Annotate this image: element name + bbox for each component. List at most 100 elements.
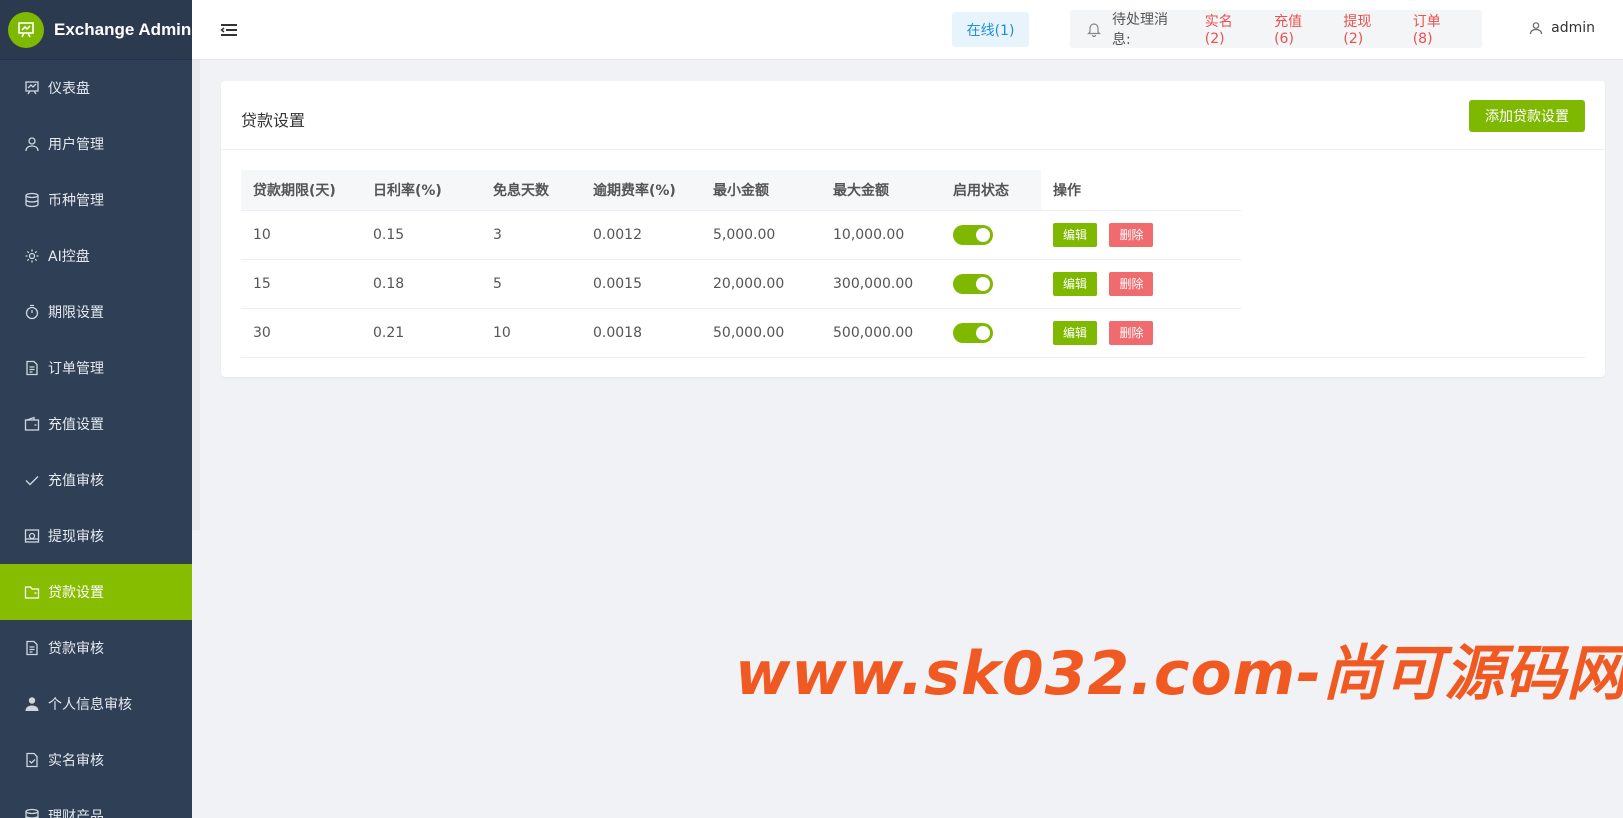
column-header: 最小金额 — [701, 170, 821, 211]
edit-button[interactable]: 编辑 — [1053, 271, 1098, 296]
cell-max-amount: 300,000.00 — [821, 259, 941, 309]
column-header: 启用状态 — [941, 170, 1041, 211]
cell-status — [941, 210, 1041, 260]
folder-icon — [24, 584, 40, 600]
row-filler — [1241, 210, 1585, 259]
column-header: 贷款期限(天) — [241, 170, 361, 211]
sidebar-item-dashboard[interactable]: 仪表盘 — [0, 60, 192, 116]
sidebar-item-label: 理财产品 — [48, 809, 104, 818]
cell-rate: 0.21 — [361, 308, 481, 358]
row-filler — [1241, 259, 1585, 308]
sidebar-item-term[interactable]: 期限设置 — [0, 284, 192, 340]
cell-free-days: 3 — [481, 210, 581, 260]
table-row: 30 0.21 10 0.0018 50,000.00 500,000.00 编… — [241, 308, 1585, 358]
cell-overdue-rate: 0.0015 — [581, 259, 701, 309]
cell-free-days: 5 — [481, 259, 581, 309]
menu-toggle-icon[interactable] — [220, 20, 238, 40]
status-toggle[interactable] — [953, 273, 993, 294]
pending-notice-label: 待处理消息: — [1112, 12, 1168, 48]
sidebar-item-label: 贷款设置 — [48, 585, 104, 601]
sidebar-item-wealth-products[interactable]: 理财产品 — [0, 788, 192, 818]
delete-button[interactable]: 删除 — [1109, 320, 1154, 345]
cell-actions: 编辑 删除 — [1041, 308, 1241, 358]
card-header: 贷款设置 添加贷款设置 — [221, 81, 1605, 150]
username: admin — [1551, 20, 1595, 36]
cell-free-days: 10 — [481, 308, 581, 358]
sidebar-item-label: 充值审核 — [48, 473, 104, 489]
column-header: 最大金额 — [821, 170, 941, 211]
sidebar-item-users[interactable]: 用户管理 — [0, 116, 192, 172]
sidebar-item-label: 充值设置 — [48, 417, 104, 433]
notice-recharge-link[interactable]: 充值(6) — [1274, 11, 1319, 47]
sidebar-item-orders[interactable]: 订单管理 — [0, 340, 192, 396]
cash-icon — [24, 528, 40, 544]
sidebar-item-loan-settings[interactable]: 贷款设置 — [0, 564, 192, 620]
cell-min-amount: 50,000.00 — [701, 308, 821, 358]
sidebar-item-withdraw-review[interactable]: 提现审核 — [0, 508, 192, 564]
table-header-row: 贷款期限(天) 日利率(%) 免息天数 逾期费率(%) 最小金额 最大金额 启用… — [241, 170, 1585, 211]
user-icon — [1529, 21, 1543, 35]
cell-overdue-rate: 0.0012 — [581, 210, 701, 260]
cell-actions: 编辑 删除 — [1041, 259, 1241, 309]
sidebar-item-currency[interactable]: 币种管理 — [0, 172, 192, 228]
status-toggle[interactable] — [953, 322, 993, 343]
user-icon — [24, 136, 40, 152]
sidebar-scrollbar[interactable] — [192, 60, 200, 530]
notice-realname-link[interactable]: 实名(2) — [1205, 11, 1250, 47]
sidebar-item-realname-review[interactable]: 实名审核 — [0, 732, 192, 788]
sidebar-item-profile-review[interactable]: 个人信息审核 — [0, 676, 192, 732]
cell-term: 10 — [241, 210, 361, 260]
sidebar-item-label: 提现审核 — [48, 529, 104, 545]
top-header: 在线(1) 待处理消息: 实名(2) 充值(6) 提现(2) 订单(8) adm… — [192, 0, 1623, 60]
cell-max-amount: 10,000.00 — [821, 210, 941, 260]
table-row: 15 0.18 5 0.0015 20,000.00 300,000.00 编辑… — [241, 259, 1585, 309]
online-count-badge[interactable]: 在线(1) — [952, 12, 1029, 47]
column-header: 日利率(%) — [361, 170, 481, 211]
sidebar: Exchange Admin 仪表盘 用户管理 币种管理 AI控盘 期限设置 订… — [0, 0, 192, 818]
sidebar-item-recharge-settings[interactable]: 充值设置 — [0, 396, 192, 452]
sidebar-item-ai-control[interactable]: AI控盘 — [0, 228, 192, 284]
sidebar-item-recharge-review[interactable]: 充值审核 — [0, 452, 192, 508]
sidebar-item-label: 币种管理 — [48, 193, 104, 209]
add-loan-setting-button[interactable]: 添加贷款设置 — [1469, 100, 1585, 132]
sidebar-item-label: 用户管理 — [48, 137, 104, 153]
user-menu[interactable]: admin — [1529, 20, 1595, 36]
column-header: 免息天数 — [481, 170, 581, 211]
check-icon — [24, 472, 40, 488]
bell-icon — [1086, 21, 1102, 37]
sidebar-item-loan-review[interactable]: 贷款审核 — [0, 620, 192, 676]
page-title: 贷款设置 — [241, 111, 306, 130]
cell-status — [941, 308, 1041, 358]
cell-actions: 编辑 删除 — [1041, 210, 1241, 260]
brand-title: Exchange Admin — [54, 19, 192, 39]
delete-button[interactable]: 删除 — [1109, 271, 1154, 296]
loan-settings-card: 贷款设置 添加贷款设置 贷款期限(天) 日利率(%) 免息天数 逾期费率(%) … — [221, 81, 1605, 377]
sidebar-item-label: 订单管理 — [48, 361, 104, 377]
cell-rate: 0.18 — [361, 259, 481, 309]
cell-status — [941, 259, 1041, 309]
document-icon — [24, 640, 40, 656]
row-filler — [1241, 308, 1585, 358]
column-header: 操作 — [1041, 170, 1241, 211]
edit-button[interactable]: 编辑 — [1053, 222, 1098, 247]
delete-button[interactable]: 删除 — [1109, 222, 1154, 247]
cell-min-amount: 20,000.00 — [701, 259, 821, 309]
cell-term: 15 — [241, 259, 361, 309]
cell-overdue-rate: 0.0018 — [581, 308, 701, 358]
watermark: www.sk032.com-尚可源码网 — [735, 639, 1623, 709]
cell-term: 30 — [241, 308, 361, 358]
sidebar-menu: 仪表盘 用户管理 币种管理 AI控盘 期限设置 订单管理 充值设置 充值审核 提… — [0, 60, 192, 818]
sidebar-item-label: 贷款审核 — [48, 641, 104, 657]
dashboard-icon — [24, 80, 40, 96]
person-icon — [24, 696, 40, 712]
sidebar-item-label: 个人信息审核 — [48, 697, 132, 713]
stopwatch-icon — [24, 304, 40, 320]
brand[interactable]: Exchange Admin — [0, 0, 192, 60]
sidebar-item-label: 仪表盘 — [48, 81, 90, 97]
status-toggle[interactable] — [953, 224, 993, 245]
edit-button[interactable]: 编辑 — [1053, 320, 1098, 345]
notice-withdraw-link[interactable]: 提现(2) — [1343, 11, 1388, 47]
header-filler — [1241, 170, 1585, 210]
loan-settings-table: 贷款期限(天) 日利率(%) 免息天数 逾期费率(%) 最小金额 最大金额 启用… — [241, 170, 1585, 358]
notice-order-link[interactable]: 订单(8) — [1413, 11, 1458, 47]
